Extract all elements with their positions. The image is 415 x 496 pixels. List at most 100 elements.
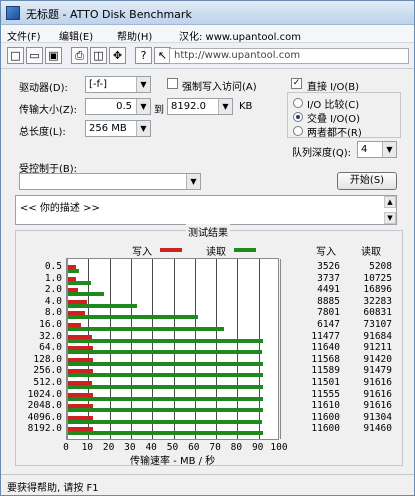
overlapped-io-label: 交叠 I/O(O) [307, 114, 361, 125]
chevron-down-icon[interactable]: ▼ [218, 99, 232, 114]
controlled-by-select[interactable]: ▼ [19, 173, 201, 190]
read-value: 91479 [363, 365, 392, 377]
chevron-down-icon[interactable]: ▼ [136, 99, 150, 114]
legend-read-label: 读取 [206, 247, 226, 258]
kb-label: KB [239, 101, 253, 112]
read-value: 91460 [363, 423, 392, 435]
direct-io-label: 直接 I/O(B) [307, 82, 360, 93]
drive-select[interactable]: [-f-] ▼ [85, 76, 151, 93]
read-bar [68, 303, 137, 308]
force-write-label: 强制写入访问(A) [182, 82, 257, 93]
scroll-down-icon[interactable]: ▼ [384, 212, 396, 224]
row-label: 1024.0 [27, 388, 62, 400]
menu-help[interactable]: 帮助(H) [117, 28, 152, 43]
queue-depth-label: 队列深度(Q): [292, 148, 352, 159]
read-value: 91420 [363, 353, 392, 365]
row-label: 256.0 [33, 365, 62, 377]
x-tick-label: 70 [209, 442, 221, 453]
read-value: 5208 [369, 261, 392, 272]
write-value: 6147 [317, 319, 340, 330]
x-tick-label: 90 [251, 442, 264, 453]
queue-depth-value: 4 [361, 144, 368, 155]
print-preview-icon[interactable]: ◫ [90, 47, 107, 64]
write-value: 8885 [317, 295, 340, 307]
save-icon[interactable]: ▣ [45, 47, 62, 64]
transfer-to-value: 8192.0 [171, 101, 206, 112]
direct-io-checkbox[interactable]: ✓ [291, 78, 302, 89]
row-label: 8.0 [44, 307, 62, 319]
scroll-up-icon[interactable]: ▲ [384, 196, 396, 208]
io-compare-radio[interactable] [293, 98, 303, 108]
read-bar [68, 350, 263, 355]
open-folder-icon[interactable]: ▭ [26, 47, 43, 64]
description-text: << 你的描述 >> [20, 203, 100, 214]
x-tick-label: 40 [145, 442, 157, 453]
menu-edit[interactable]: 编辑(E) [59, 28, 93, 43]
transfer-to-select[interactable]: 8192.0 ▼ [167, 98, 233, 115]
write-value: 3737 [317, 272, 340, 284]
chevron-down-icon[interactable]: ▼ [136, 121, 150, 136]
chevron-down-icon[interactable]: ▼ [186, 174, 200, 189]
queue-depth-select[interactable]: 4 ▼ [357, 141, 397, 158]
transfer-from-value: 0.5 [116, 101, 132, 112]
neither-radio[interactable] [293, 126, 303, 136]
legend-write-swatch [160, 248, 182, 252]
move-icon[interactable]: ✥ [109, 47, 126, 64]
description-field[interactable]: << 你的描述 >> ▲ ▼ [15, 195, 397, 225]
x-tick-label: 80 [230, 442, 243, 453]
read-bar [68, 338, 264, 343]
force-write-checkbox[interactable] [167, 78, 178, 89]
row-label: 32.0 [39, 330, 62, 342]
neither-label: 两者都不(R) [307, 128, 362, 139]
x-tick-label: 100 [270, 442, 288, 453]
app-window: 无标题 - ATTO Disk Benchmark 文件(F) 编辑(E) 帮助… [0, 0, 415, 496]
write-value: 11600 [311, 423, 340, 435]
menu-localization[interactable]: 汉化: www.upantool.com [179, 28, 301, 43]
read-bar [68, 315, 198, 320]
chevron-down-icon[interactable]: ▼ [382, 142, 396, 157]
read-bar [68, 280, 91, 285]
print-icon[interactable]: ⎙ [71, 47, 88, 64]
legend-write-label: 写入 [132, 247, 152, 258]
url-field[interactable]: http://www.upantool.com [169, 48, 409, 64]
total-length-select[interactable]: 256 MB ▼ [85, 120, 151, 137]
row-label: 16.0 [39, 319, 62, 330]
chart-plot [66, 258, 281, 440]
read-value: 60831 [363, 307, 392, 319]
read-value: 16896 [363, 284, 392, 296]
write-value: 11640 [311, 342, 340, 354]
chevron-down-icon[interactable]: ▼ [136, 77, 150, 92]
row-label: 128.0 [33, 353, 62, 365]
write-value: 3526 [317, 261, 340, 272]
title-bar[interactable]: 无标题 - ATTO Disk Benchmark [1, 1, 414, 25]
write-value: 11568 [311, 353, 340, 365]
x-axis-label: 传输速率 - MB / 秒 [130, 456, 216, 467]
io-compare-label: I/O 比较(C) [307, 100, 360, 111]
row-label: 0.5 [44, 261, 62, 272]
read-value: 91684 [363, 330, 392, 342]
read-value: 10725 [363, 272, 392, 284]
write-value: 11501 [311, 377, 340, 388]
x-tick-label: 20 [102, 442, 115, 453]
to-label: 到 [154, 105, 164, 116]
x-tick-label: 60 [188, 442, 200, 453]
results-panel: 测试结果 写入 读取 写入 读取 传输速率 - MB / 秒 0.5 3526 52… [15, 224, 403, 467]
help-icon[interactable]: ? [135, 47, 152, 64]
new-file-icon[interactable]: □ [7, 47, 24, 64]
menu-file[interactable]: 文件(F) [7, 28, 41, 43]
row-label: 512.0 [33, 377, 62, 388]
transfer-from-select[interactable]: 0.5 ▼ [85, 98, 151, 115]
read-value: 73107 [363, 319, 392, 330]
app-icon [6, 6, 20, 20]
drive-value: [-f-] [89, 79, 107, 90]
results-title: 测试结果 [186, 224, 230, 239]
read-value: 91616 [363, 400, 392, 412]
total-length-value: 256 MB [89, 123, 127, 134]
overlapped-io-radio[interactable] [293, 112, 303, 122]
row-label: 2.0 [44, 284, 62, 296]
toolbar: □ ▭ ▣ ⎙ ◫ ✥ ? ↖ http://www.upantool.com [1, 43, 414, 69]
row-label: 8192.0 [27, 423, 62, 435]
row-label: 64.0 [39, 342, 62, 354]
start-button[interactable]: 开始(S) [337, 172, 397, 190]
transfer-size-label: 传输大小(Z): [19, 105, 78, 116]
